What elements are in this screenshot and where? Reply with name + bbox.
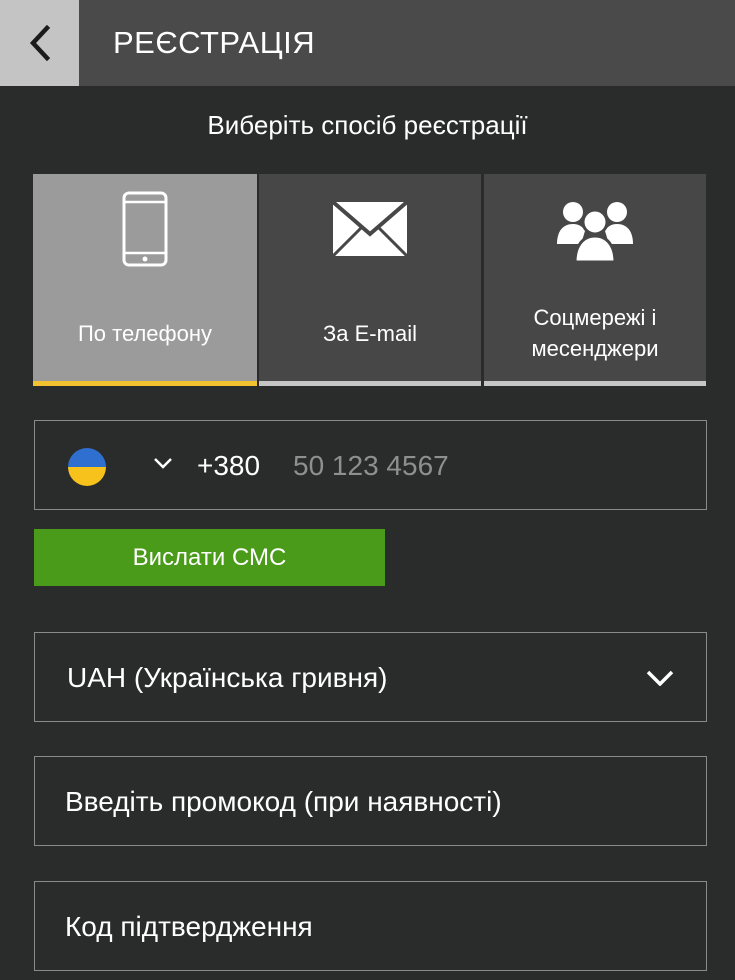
send-sms-button[interactable]: Вислати СМС: [34, 529, 385, 586]
promo-code-input[interactable]: [65, 777, 675, 827]
confirmation-code-field: [34, 881, 707, 971]
active-tab-indicator: [33, 381, 257, 386]
header-bar: РЕЄСТРАЦІЯ: [0, 0, 735, 86]
country-code: +380: [197, 450, 261, 481]
ukraine-flag-icon[interactable]: [68, 448, 106, 486]
method-tab-phone[interactable]: По телефону: [33, 174, 257, 386]
promo-code-field: [34, 756, 707, 846]
envelope-icon: [332, 201, 408, 257]
method-tab-social[interactable]: Соцмережі і месенджери: [484, 174, 706, 386]
method-tab-label: За E-mail: [323, 320, 417, 346]
users-group-icon: [557, 202, 633, 262]
chevron-down-icon[interactable]: [153, 457, 173, 469]
method-tab-label: По телефону: [77, 320, 213, 346]
page-title: РЕЄСТРАЦІЯ: [113, 25, 316, 60]
method-tab-label: Соцмережі і месенджери: [531, 305, 659, 361]
tab-indicator: [484, 381, 706, 386]
confirmation-code-input[interactable]: [65, 902, 675, 952]
back-button[interactable]: [0, 0, 79, 86]
chevron-down-icon: [646, 670, 674, 686]
chevron-left-icon: [29, 25, 50, 61]
currency-select[interactable]: UAH (Українська гривня): [34, 632, 707, 722]
smartphone-icon: [122, 191, 168, 267]
phone-input[interactable]: [293, 441, 673, 491]
registration-method-heading: Виберіть спосіб реєстрації: [207, 110, 528, 140]
tab-indicator: [259, 381, 481, 386]
currency-selected-value: UAH (Українська гривня): [67, 662, 388, 693]
phone-field: +380: [34, 420, 707, 510]
method-tab-email[interactable]: За E-mail: [259, 174, 481, 386]
